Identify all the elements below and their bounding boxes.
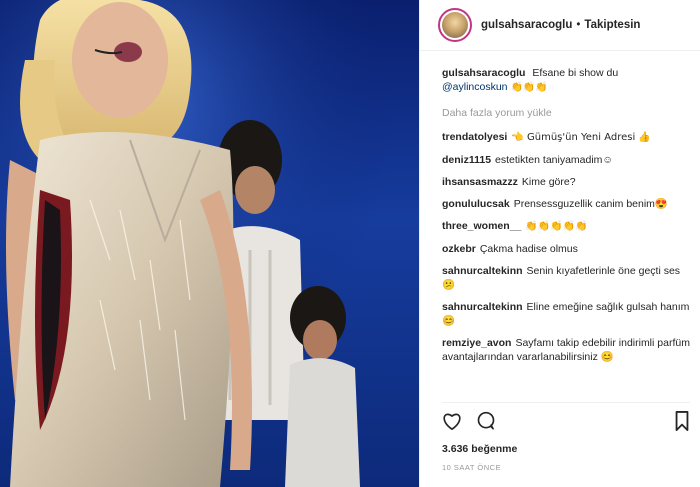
comment-username[interactable]: remziye_avon bbox=[442, 337, 511, 349]
header-username[interactable]: gulsahsaracoglu bbox=[481, 19, 572, 31]
comment-username[interactable]: ihsansasmazzz bbox=[442, 176, 518, 188]
comment-username[interactable]: sahnurcaltekinn bbox=[442, 301, 523, 313]
load-more-comments[interactable]: Daha fazla yorum yükle bbox=[442, 106, 692, 120]
post-actions: 3.636 beğenme 10 SAAT ÖNCE bbox=[442, 402, 690, 472]
post-panel: gulsahsaracoglu • Takiptesin gulsahsarac… bbox=[419, 0, 700, 487]
comment-username[interactable]: deniz1115 bbox=[442, 154, 491, 166]
post-timestamp: 10 SAAT ÖNCE bbox=[442, 463, 502, 472]
heart-icon[interactable] bbox=[442, 412, 462, 430]
list-item: remziye_avon Sayfamı takip edebilir indir… bbox=[442, 336, 692, 364]
list-item: trendatolyesi 👈 Gümüş'ün Yeni Adresi 👍 bbox=[442, 130, 692, 145]
comment-icon[interactable] bbox=[476, 411, 496, 431]
bookmark-icon[interactable] bbox=[674, 411, 690, 431]
comment-username[interactable]: sahnurcaltekinn bbox=[442, 265, 523, 277]
comment-text: 👈 Gümüş'ün Yeni Adresi 👍 bbox=[511, 132, 651, 143]
header-dot: • bbox=[576, 19, 581, 31]
comment-username[interactable]: trendatolyesi bbox=[442, 131, 507, 143]
comment-text: Çakma hadise olmus bbox=[479, 243, 578, 255]
avatar[interactable] bbox=[438, 8, 472, 42]
comment-text: Kime göre? bbox=[521, 176, 576, 188]
caption-emoji: 👏👏👏 bbox=[510, 82, 548, 93]
comment-username[interactable]: three_women__ bbox=[442, 220, 521, 232]
caption: gulsahsaracoglu Efsane bi show du @aylin… bbox=[442, 66, 692, 95]
list-item: ozkebr Çakma hadise olmus bbox=[442, 242, 692, 256]
list-item: three_women__ 👏👏👏👏👏 bbox=[442, 219, 692, 234]
comment-text: Prensessguzellik canim benim😍 bbox=[513, 198, 668, 210]
comment-text: 👏👏👏👏👏 bbox=[525, 221, 588, 232]
follow-status[interactable]: Takiptesin bbox=[584, 19, 640, 31]
caption-text: Efsane bi show du bbox=[532, 67, 619, 79]
comment-username[interactable]: gonululucsak bbox=[442, 198, 510, 210]
list-item: sahnurcaltekinn Senin kıyafetlerinle öne … bbox=[442, 264, 692, 292]
caption-mention[interactable]: @aylincoskun bbox=[442, 81, 508, 93]
list-item: gonululucsak Prensessguzellik canim benim… bbox=[442, 197, 692, 211]
post-photo[interactable] bbox=[0, 0, 419, 487]
post-header: gulsahsaracoglu • Takiptesin bbox=[420, 0, 700, 51]
like-count[interactable]: 3.636 beğenme bbox=[442, 443, 690, 455]
caption-username[interactable]: gulsahsaracoglu bbox=[442, 67, 525, 79]
list-item: ihsansasmazzz Kime göre? bbox=[442, 175, 692, 189]
list-item: sahnurcaltekinn Eline emeğine sağlık guls… bbox=[442, 300, 692, 328]
comments-list: gulsahsaracoglu Efsane bi show du @aylin… bbox=[442, 66, 692, 372]
comment-text: estetikten taniyamadim☺ bbox=[495, 154, 614, 166]
comment-username[interactable]: ozkebr bbox=[442, 243, 476, 255]
list-item: deniz1115 estetikten taniyamadim☺ bbox=[442, 153, 692, 167]
